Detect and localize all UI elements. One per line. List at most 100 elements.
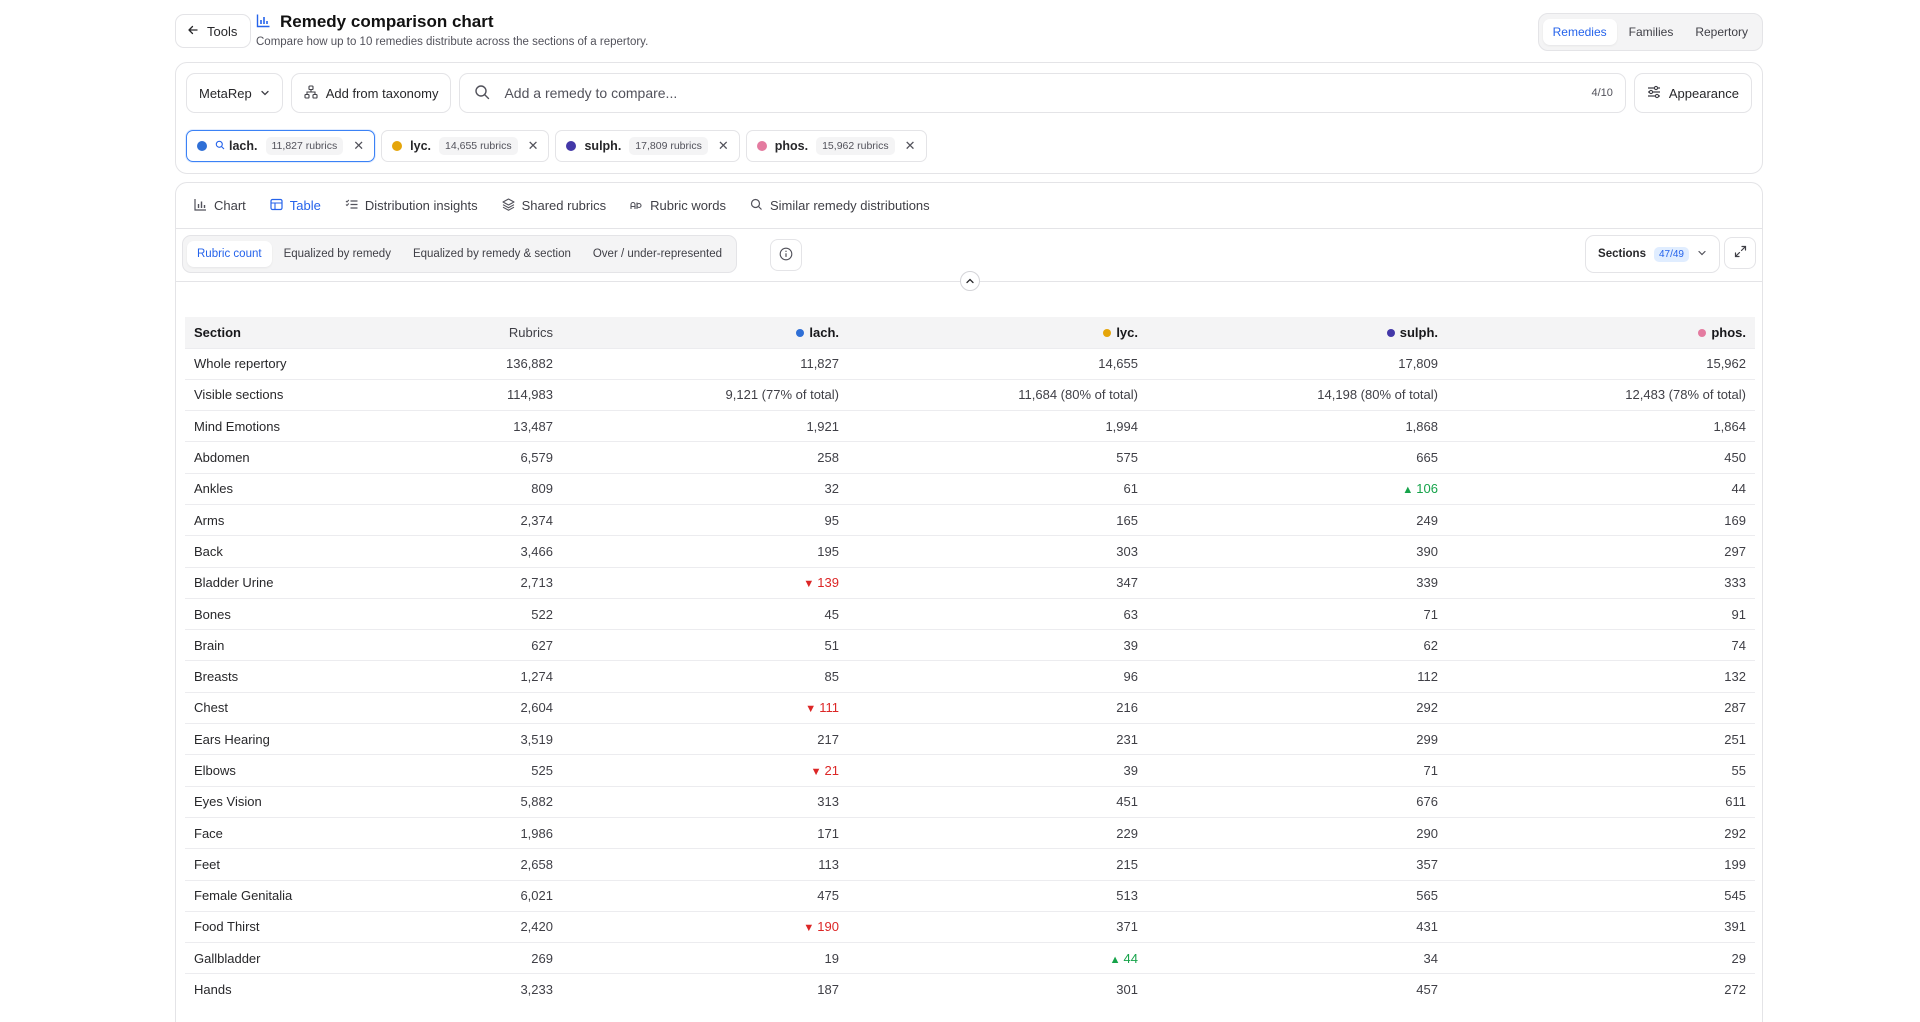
tab-label: Shared rubrics bbox=[521, 198, 607, 213]
remedy-chip-phos[interactable]: phos. 15,962 rubrics ✕ bbox=[745, 130, 927, 162]
remedy-cell: 112 bbox=[1147, 660, 1447, 693]
remedy-cell-value: 665 bbox=[1416, 450, 1438, 466]
remedy-cell-value: 187 bbox=[817, 982, 839, 998]
remedy-cell: 61 bbox=[848, 472, 1147, 505]
remedy-search-input[interactable] bbox=[504, 85, 1578, 101]
remedy-cell-value: 451 bbox=[1116, 794, 1138, 810]
mode-equalized-by-remedy-section[interactable]: Equalized by remedy & section bbox=[403, 241, 581, 267]
section-rubric-count: 525 bbox=[355, 754, 562, 787]
header-remedy-phos[interactable]: phos. bbox=[1447, 317, 1755, 348]
remedy-cell: 32 bbox=[562, 472, 848, 505]
remedy-cell: 71 bbox=[1147, 754, 1447, 787]
remedy-cell-value: 169 bbox=[1724, 512, 1746, 528]
remedy-cell-value: 139 bbox=[817, 575, 839, 591]
remedy-cell-value: 676 bbox=[1416, 794, 1438, 810]
remedy-cell-value: 251 bbox=[1724, 731, 1746, 747]
header-remedy-sulph[interactable]: sulph. bbox=[1147, 317, 1447, 348]
remedy-cell: 51 bbox=[562, 629, 848, 661]
result-tabs: Chart Table Distribution insights Shared… bbox=[176, 183, 1762, 229]
mode-over-under-represented[interactable]: Over / under-represented bbox=[583, 241, 732, 267]
header-remedy-lach[interactable]: lach. bbox=[562, 317, 848, 348]
remove-remedy-icon[interactable]: ✕ bbox=[905, 138, 916, 154]
header-remedy-label: sulph. bbox=[1399, 324, 1438, 340]
header-section[interactable]: Section bbox=[185, 317, 355, 348]
section-rubric-count: 114,983 bbox=[355, 378, 562, 411]
remedy-cell: 217 bbox=[562, 723, 848, 755]
section-rubric-count: 522 bbox=[355, 597, 562, 630]
view-tab-families[interactable]: Families bbox=[1619, 19, 1684, 45]
remedy-cell-value: 71 bbox=[1423, 606, 1438, 622]
remedy-cell-value: 1,864 bbox=[1713, 418, 1746, 434]
collapse-toolbar-button[interactable] bbox=[960, 271, 980, 291]
remedy-cell-value: 249 bbox=[1416, 512, 1438, 528]
section-name: Feet bbox=[185, 848, 355, 881]
remove-remedy-icon[interactable]: ✕ bbox=[353, 138, 364, 154]
results-panel: Chart Table Distribution insights Shared… bbox=[175, 182, 1763, 1022]
section-rubric-count: 2,374 bbox=[355, 503, 562, 536]
remedy-cell: 12,483 (78% of total) bbox=[1447, 378, 1755, 411]
remedy-cell: 11,827 bbox=[562, 347, 848, 380]
remedy-cell-value: 34 bbox=[1423, 950, 1438, 966]
view-tab-remedies[interactable]: Remedies bbox=[1542, 19, 1617, 45]
remedy-selection-panel: MetaRep Add from taxonomy 4/10 bbox=[175, 62, 1763, 174]
remedy-cell-value: 513 bbox=[1116, 888, 1138, 904]
remedy-chip-rubrics: 15,962 rubrics bbox=[816, 137, 895, 155]
header-remedy-label: lyc. bbox=[1116, 324, 1138, 340]
remedy-cell: 391 bbox=[1447, 910, 1755, 943]
sections-filter-button[interactable]: Sections 47/49 bbox=[1585, 235, 1720, 273]
remove-remedy-icon[interactable]: ✕ bbox=[528, 138, 539, 154]
remedy-color-dot bbox=[566, 141, 577, 151]
remedy-chip-lyc[interactable]: lyc. 14,655 rubrics ✕ bbox=[381, 130, 550, 162]
back-to-tools-button[interactable]: Tools bbox=[175, 14, 252, 48]
remedy-cell-value: 545 bbox=[1724, 888, 1746, 904]
table-icon bbox=[270, 198, 283, 214]
tab-chart[interactable]: Chart bbox=[184, 192, 256, 220]
add-from-taxonomy-button[interactable]: Add from taxonomy bbox=[290, 73, 452, 113]
tab-similar-remedy-distributions[interactable]: Similar remedy distributions bbox=[740, 192, 940, 220]
remedy-cell: ▼ 111 bbox=[562, 691, 848, 724]
tab-distribution-insights[interactable]: Distribution insights bbox=[335, 192, 488, 220]
remedy-count: 4/10 bbox=[1591, 87, 1613, 99]
fullscreen-button[interactable] bbox=[1724, 237, 1756, 269]
section-name: Ears Hearing bbox=[185, 723, 355, 755]
remedy-cell: ▼ 139 bbox=[562, 566, 848, 599]
remedy-cell: 9,121 (77% of total) bbox=[562, 378, 848, 411]
header-rubrics[interactable]: Rubrics bbox=[355, 317, 562, 348]
remedy-cell: 165 bbox=[848, 503, 1147, 536]
remedy-cell-value: 199 bbox=[1724, 856, 1746, 872]
tab-shared-rubrics[interactable]: Shared rubrics bbox=[492, 192, 617, 220]
repertory-select[interactable]: MetaRep bbox=[186, 73, 283, 113]
remedy-cell-value: 371 bbox=[1116, 919, 1138, 935]
remedy-cell: 15,962 bbox=[1447, 347, 1755, 380]
remedy-cell: 96 bbox=[848, 660, 1147, 693]
section-name: Whole repertory bbox=[185, 347, 355, 380]
section-name: Gallbladder bbox=[185, 942, 355, 974]
sections-filter-label: Sections bbox=[1598, 248, 1646, 260]
mode-equalized-by-remedy[interactable]: Equalized by remedy bbox=[274, 241, 401, 267]
section-rubric-count: 3,519 bbox=[355, 723, 562, 755]
remedy-cell-value: 565 bbox=[1416, 888, 1438, 904]
view-tab-repertory[interactable]: Repertory bbox=[1685, 19, 1758, 45]
tab-rubric-words[interactable]: Rubric words bbox=[620, 192, 736, 220]
remedy-cell: 565 bbox=[1147, 879, 1447, 912]
appearance-button[interactable]: Appearance bbox=[1633, 73, 1752, 113]
info-button[interactable] bbox=[770, 239, 802, 271]
remedy-cell: 11,684 (80% of total) bbox=[848, 378, 1147, 411]
remedy-cell-value: 91 bbox=[1731, 606, 1746, 622]
tab-table[interactable]: Table bbox=[260, 192, 331, 220]
remedy-cell-value: 51 bbox=[824, 637, 839, 653]
section-rubric-count: 3,466 bbox=[355, 535, 562, 568]
header-remedy-lyc[interactable]: lyc. bbox=[848, 317, 1147, 348]
table-row: Hands 3,233 187 301 457 272 bbox=[185, 973, 1755, 1006]
remedy-cell: 297 bbox=[1447, 535, 1755, 568]
remove-remedy-icon[interactable]: ✕ bbox=[718, 138, 729, 154]
remedy-cell-value: 11,684 (80% of total) bbox=[1018, 387, 1138, 403]
words-icon bbox=[630, 198, 643, 214]
remedy-chip-sulph[interactable]: sulph. 17,809 rubrics ✕ bbox=[555, 130, 740, 162]
mode-rubric-count[interactable]: Rubric count bbox=[187, 241, 272, 267]
remedy-search: 4/10 bbox=[459, 73, 1626, 113]
section-name: Eyes Vision bbox=[185, 785, 355, 818]
remedy-cell-value: 19 bbox=[824, 950, 839, 966]
section-rubric-count: 2,604 bbox=[355, 691, 562, 724]
remedy-chip-lach[interactable]: lach. 11,827 rubrics ✕ bbox=[186, 130, 376, 162]
